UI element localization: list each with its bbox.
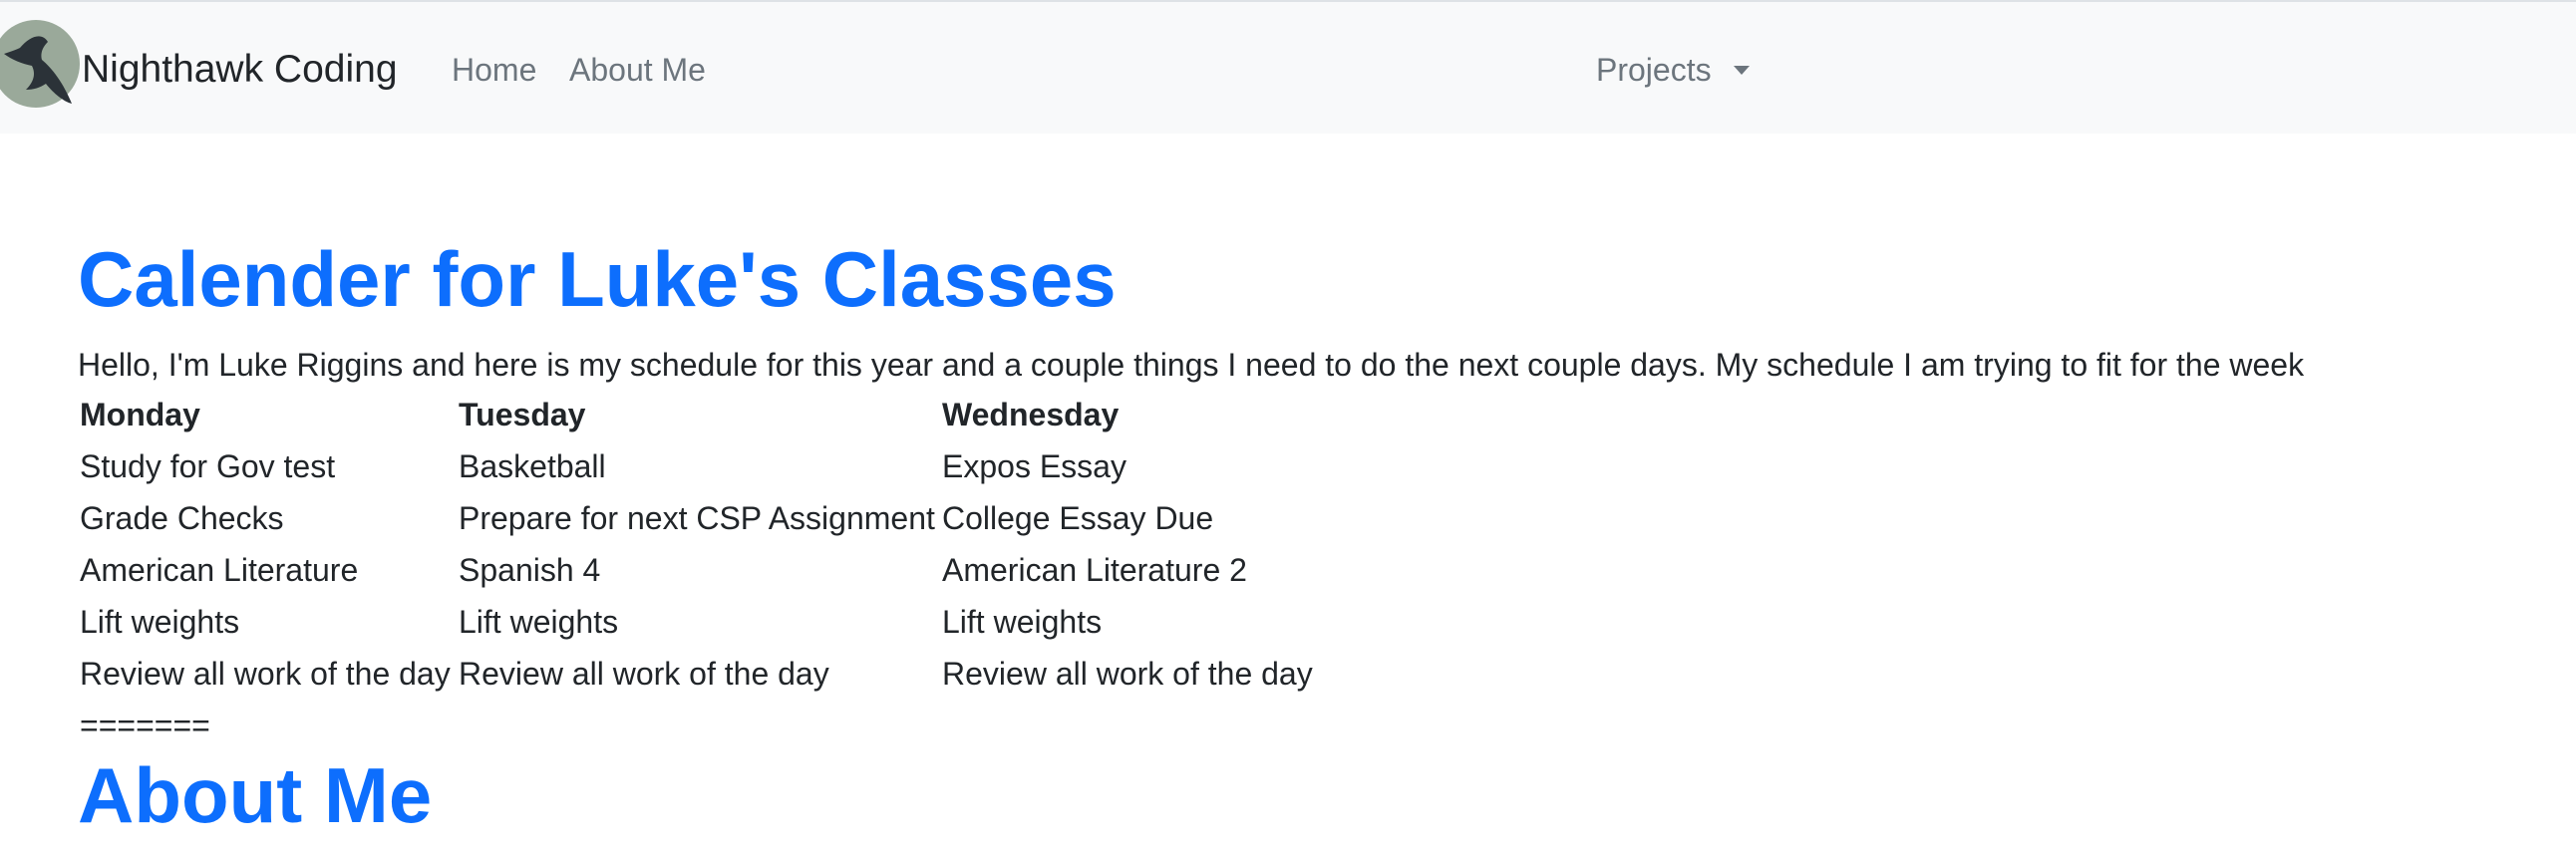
schedule-column-monday: Monday Study for Gov test Grade Checks A… (80, 395, 451, 706)
task-item: Review all work of the day (459, 656, 829, 692)
task-item: American Literature (80, 552, 359, 588)
task-item: Review all work of the day (942, 656, 1313, 692)
projects-dropdown[interactable]: Projects (1596, 50, 1712, 90)
task-item: Lift weights (80, 604, 240, 640)
nighthawk-logo-icon[interactable] (0, 18, 82, 110)
schedule-column-tuesday: Tuesday Basketball Prepare for next CSP … (459, 395, 935, 706)
task-item: Expos Essay (942, 448, 1127, 484)
task-item: Lift weights (459, 604, 619, 640)
page-title: Calender for Luke's Classes (78, 235, 1117, 323)
day-heading: Tuesday (459, 397, 586, 432)
nav-link-about-me[interactable]: About Me (569, 50, 706, 90)
task-item: Spanish 4 (459, 552, 601, 588)
intro-text: Hello, I'm Luke Riggins and here is my s… (78, 347, 2305, 383)
task-item: Study for Gov test (80, 448, 336, 484)
caret-down-icon[interactable] (1734, 66, 1750, 75)
day-heading: Wednesday (942, 397, 1120, 432)
task-item: Review all work of the day (80, 656, 451, 692)
task-item: Lift weights (942, 604, 1103, 640)
nav-link-home[interactable]: Home (452, 50, 536, 90)
task-item: Grade Checks (80, 500, 284, 536)
navbar: Nighthawk Coding Home About Me Projects (0, 0, 2576, 134)
task-item: Basketball (459, 448, 606, 484)
about-me-heading: About Me (78, 751, 433, 839)
task-item: American Literature 2 (942, 552, 1247, 588)
task-item: Prepare for next CSP Assignment (459, 500, 935, 536)
divider-text: ======= (80, 708, 210, 743)
schedule-column-wednesday: Wednesday Expos Essay College Essay Due … (942, 395, 1313, 706)
task-item: College Essay Due (942, 500, 1214, 536)
day-heading: Monday (80, 397, 200, 432)
brand-name[interactable]: Nighthawk Coding (82, 46, 398, 94)
